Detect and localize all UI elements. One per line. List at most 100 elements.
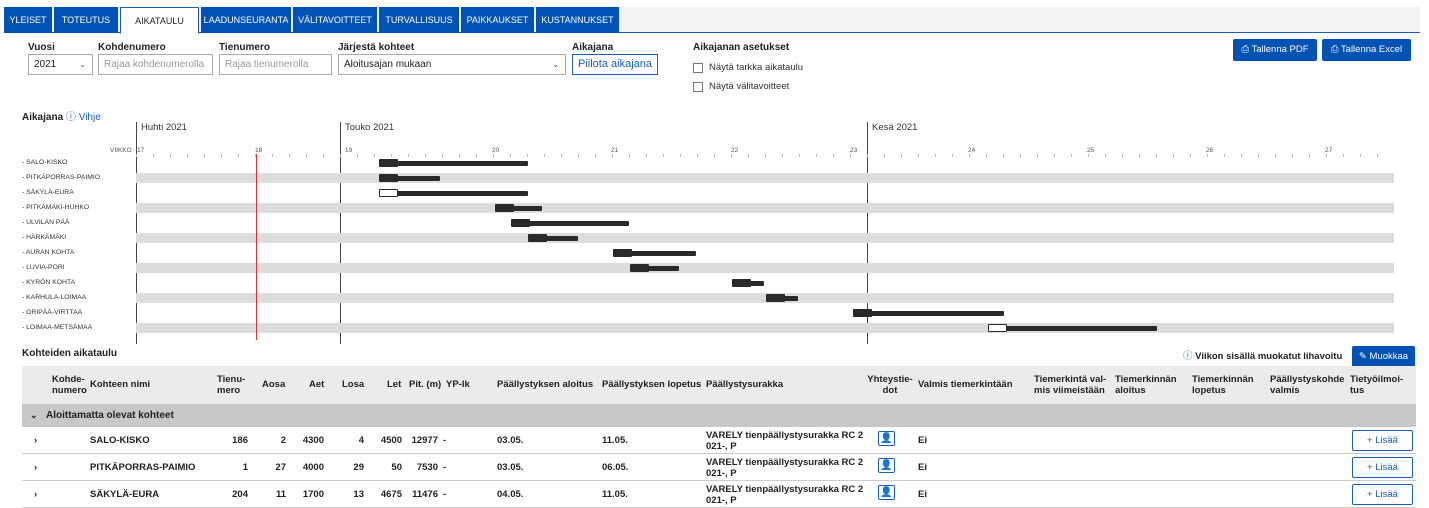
week-label: 24 xyxy=(968,147,976,154)
gantt-row-label: - KARHULA-LOIMAA xyxy=(22,294,87,301)
cell-aet: 4000 xyxy=(302,462,324,473)
gantt-bar-start[interactable] xyxy=(630,264,650,272)
chevron-right-icon[interactable]: › xyxy=(34,454,37,481)
tab-yleiset[interactable]: Yleiset xyxy=(4,7,52,33)
col-let[interactable]: Let xyxy=(387,379,401,390)
user-icon[interactable]: 👤 xyxy=(878,431,895,446)
col-kohteen-nimi[interactable]: Kohteen nimi xyxy=(90,379,150,390)
piilota-aikajana-button[interactable]: Piilota aikajana xyxy=(572,54,658,75)
chevron-right-icon[interactable]: › xyxy=(34,427,37,454)
gantt-bar[interactable] xyxy=(378,161,529,166)
col-tietyoilmoitus[interactable]: Tietyöilmoi- tus xyxy=(1350,374,1410,396)
day-tick xyxy=(731,154,732,157)
tallenna-excel-button[interactable]: ⎙ Tallenna Excel xyxy=(1322,39,1411,61)
chevron-right-icon[interactable]: › xyxy=(34,481,37,508)
day-tick xyxy=(1037,154,1038,157)
tab-aikataulu[interactable]: Aikataulu xyxy=(120,7,199,34)
gantt-row-label: - ULVILAN PÄÄ xyxy=(22,219,70,226)
day-tick xyxy=(901,154,902,157)
cell-pituus: 11476 xyxy=(412,489,438,500)
col-yp-lk[interactable]: YP-lk xyxy=(446,379,470,390)
col-paallystysurakka[interactable]: Päällystysurakka xyxy=(706,379,783,390)
col-pit[interactable]: Pit. (m) xyxy=(409,379,441,390)
day-tick xyxy=(986,154,987,157)
col-tiemerkinnan-aloitus[interactable]: Tiemerkinnän aloitus xyxy=(1115,374,1177,396)
col-valmis-tiemerkintaan[interactable]: Valmis tiemerkintään xyxy=(918,379,1013,390)
col-kohdenumero[interactable]: Kohde- numero xyxy=(52,374,92,396)
tienumero-input[interactable]: Rajaa tienumerolla xyxy=(219,54,332,75)
table-row[interactable]: › SALO-KISKO 186 2 4300 4 4500 12977 - 0… xyxy=(22,427,1416,454)
chevron-down-icon[interactable]: ⌄ xyxy=(30,404,38,427)
day-tick xyxy=(1088,154,1089,157)
lisaa-button[interactable]: + Lisää xyxy=(1352,457,1413,478)
month-label: Huhti 2021 xyxy=(141,122,187,133)
tab-paikkaukset[interactable]: Paikkaukset xyxy=(461,7,534,33)
col-paallystyskohde-valmis[interactable]: Päällystyskohde valmis xyxy=(1270,374,1346,396)
tab-kustannukset[interactable]: Kustannukset xyxy=(536,7,619,33)
gantt-bar-start[interactable] xyxy=(732,279,752,287)
gantt-bar-start[interactable] xyxy=(528,234,548,242)
col-paallystyksen-aloitus[interactable]: Päällystyksen aloitus xyxy=(497,379,593,390)
gantt-row xyxy=(136,188,1394,198)
cell-valmis: Ei xyxy=(918,435,927,446)
gantt-bar[interactable] xyxy=(853,311,1004,316)
tab-toteutus[interactable]: Toteutus xyxy=(54,7,118,33)
day-tick xyxy=(238,154,239,157)
user-icon[interactable]: 👤 xyxy=(878,485,895,500)
gantt-bar[interactable] xyxy=(378,191,529,196)
group-row[interactable]: ⌄ Aloittamatta olevat kohteet xyxy=(22,404,1416,427)
tab-laadunseuranta[interactable]: Laadunseuranta xyxy=(201,7,291,33)
day-tick xyxy=(1309,154,1310,157)
gantt-bar-start[interactable] xyxy=(612,249,632,257)
printer-icon: ⎙ xyxy=(1330,44,1339,55)
day-tick xyxy=(221,154,222,157)
gantt-row-label: - LOIMAA-METSÄMAA xyxy=(22,324,93,331)
table-row[interactable]: › PITKÄPORRAS-PAIMIO 1 27 4000 29 50 753… xyxy=(22,454,1416,481)
lisaa-button[interactable]: + Lisää xyxy=(1352,430,1413,451)
user-icon[interactable]: 👤 xyxy=(878,458,895,473)
day-tick xyxy=(340,154,341,157)
gantt-bar-start[interactable] xyxy=(378,189,398,197)
day-tick xyxy=(969,154,970,157)
kohdenumero-input[interactable]: Rajaa kohdenumerolla xyxy=(98,54,213,75)
cell-yp-lk: - xyxy=(443,489,447,500)
col-yhteystiedot[interactable]: Yhteystie- dot xyxy=(866,374,914,396)
tallenna-pdf-button[interactable]: ⎙ Tallenna PDF xyxy=(1233,39,1317,61)
tab-valitavoitteet[interactable]: Välitavoitteet xyxy=(293,7,377,33)
jarjesta-select[interactable]: Aloitusajan mukaan ⌄ xyxy=(338,54,566,75)
day-tick xyxy=(1377,154,1378,157)
muokkaa-button[interactable]: ✎ Muokkaa xyxy=(1352,346,1415,368)
col-aosa[interactable]: Aosa xyxy=(262,379,285,390)
tarkka-aikataulu-checkbox[interactable]: Näytä tarkka aikataulu xyxy=(693,62,803,73)
day-tick xyxy=(1173,154,1174,157)
vuosi-select[interactable]: 2021 ⌄ xyxy=(28,54,93,75)
day-tick xyxy=(1275,154,1276,157)
gantt-bar-start[interactable] xyxy=(494,204,514,212)
day-tick xyxy=(391,154,392,157)
tab-turvallisuus[interactable]: Turvallisuus xyxy=(379,7,459,33)
gantt-bar-start[interactable] xyxy=(510,219,530,227)
col-aet[interactable]: Aet xyxy=(309,379,324,390)
col-tienumero[interactable]: Tienu- mero xyxy=(217,374,257,396)
day-tick xyxy=(680,154,681,157)
gantt-bar-start[interactable] xyxy=(378,174,398,182)
valitavoitteet-checkbox[interactable]: Näytä välitavoitteet xyxy=(693,81,789,92)
day-tick xyxy=(629,154,630,157)
info-icon: ⓘ xyxy=(1183,351,1193,362)
kohteiden-aikataulu-title: Kohteiden aikataulu xyxy=(22,348,118,359)
table-row[interactable]: › SÄKYLÄ-EURA 204 11 1700 13 4675 11476 … xyxy=(22,481,1416,508)
col-losa[interactable]: Losa xyxy=(342,379,364,390)
col-tiemerkinta-valmis-viimeistaan[interactable]: Tiemerkintä val- mis viimeistään xyxy=(1034,374,1120,396)
gantt-bar-start[interactable] xyxy=(853,309,873,317)
cell-aosa: 2 xyxy=(280,435,286,446)
gantt-bar-start[interactable] xyxy=(378,159,398,167)
col-paallystyksen-lopetus[interactable]: Päällystyksen lopetus xyxy=(602,379,701,390)
gantt-bar[interactable] xyxy=(987,326,1158,331)
lisaa-button[interactable]: + Lisää xyxy=(1352,484,1413,505)
checkbox-box[interactable] xyxy=(693,81,703,92)
gantt-row-label: - SALO-KISKO xyxy=(22,159,68,166)
gantt-bar-start[interactable] xyxy=(987,324,1007,332)
gantt-bar-start[interactable] xyxy=(766,294,786,302)
col-tiemerkinnan-lopetus[interactable]: Tiemerkinnän lopetus xyxy=(1192,374,1254,396)
checkbox-box[interactable] xyxy=(693,62,703,73)
